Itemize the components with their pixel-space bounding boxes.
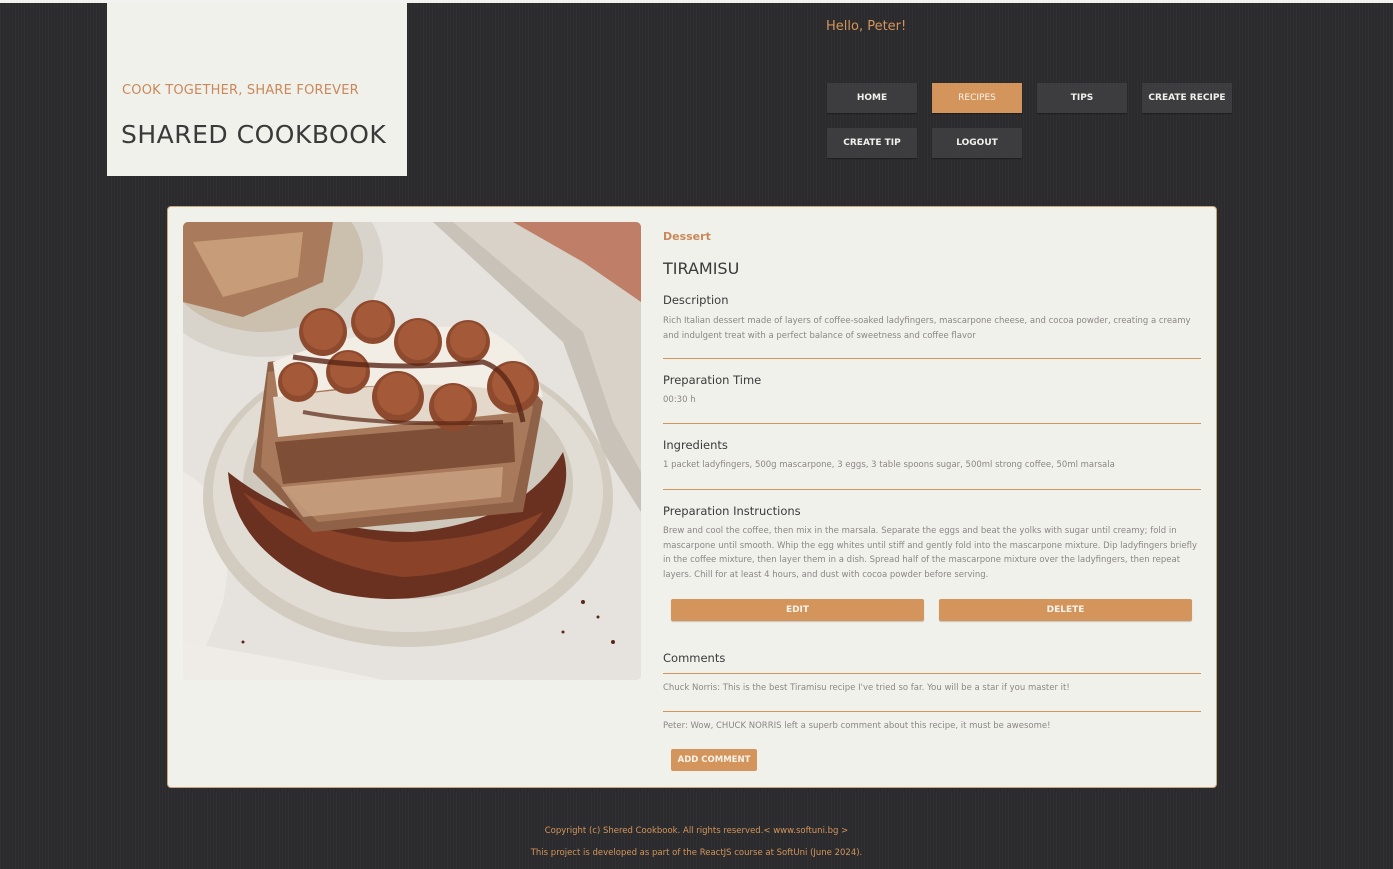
site-tagline: Cook Together, Share Forever (122, 83, 359, 98)
instructions-text: Brew and cool the coffee, then mix in th… (663, 526, 1198, 580)
nav-home-button[interactable]: Home (827, 83, 917, 113)
comments-label: Comments (663, 651, 726, 665)
prep-time-label: Preparation Time (663, 373, 762, 387)
ingredients-text: 1 packet ladyfingers, 500g mascarpone, 3… (663, 460, 1115, 470)
nav-recipes-button[interactable]: Recipes (932, 83, 1022, 113)
description-label: Description (663, 293, 729, 307)
comment-item: Chuck Norris: This is the best Tiramisu … (663, 683, 1070, 693)
nav-tips-button[interactable]: Tips (1037, 83, 1127, 113)
divider (663, 423, 1201, 424)
recipe-details-card: Dessert Tiramisu Description Rich Italia… (167, 206, 1217, 788)
ingredients-label: Ingredients (663, 438, 728, 452)
nav-create-recipe-button[interactable]: Create Recipe (1142, 83, 1232, 113)
instructions-label: Preparation Instructions (663, 504, 801, 518)
nav-create-tip-button[interactable]: Create Tip (827, 128, 917, 158)
nav-logout-button[interactable]: Logout (932, 128, 1022, 158)
recipe-title: Tiramisu (663, 259, 740, 278)
edit-button[interactable]: Edit (671, 599, 924, 621)
footer-copyright: Copyright (c) Shered Cookbook. All right… (544, 826, 849, 836)
add-comment-button[interactable]: Add Comment (671, 749, 757, 771)
recipe-category: Dessert (663, 230, 711, 243)
recipe-image (183, 222, 641, 680)
site-title[interactable]: SHARED COOKBOOK (121, 120, 386, 149)
footer-note: This project is developed as part of the… (530, 848, 863, 858)
divider (663, 489, 1201, 490)
divider (663, 358, 1201, 359)
description-text: Rich Italian dessert made of layers of c… (663, 316, 1191, 341)
divider (663, 673, 1201, 674)
delete-button[interactable]: Delete (939, 599, 1192, 621)
divider (663, 711, 1201, 712)
user-greeting: Hello, Peter! (826, 19, 907, 34)
prep-time-value: 00:30 h (663, 395, 696, 405)
brand-block: Cook Together, Share Forever SHARED COOK… (107, 3, 407, 176)
comment-item: Peter: Wow, CHUCK NORRIS left a superb c… (663, 721, 1051, 731)
